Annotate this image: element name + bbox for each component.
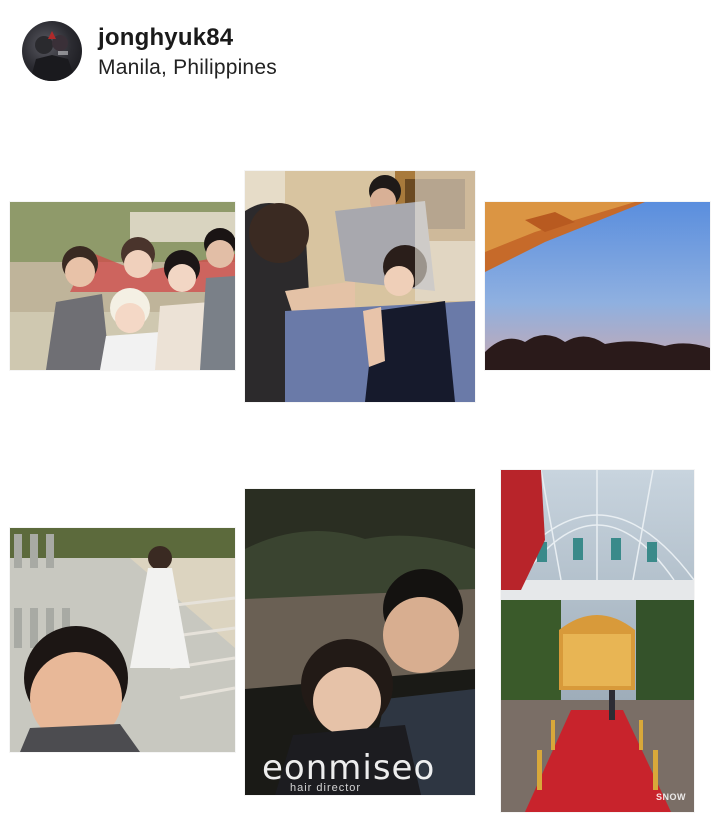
post-header: jonghyuk84 Manila, Philippines (0, 0, 720, 100)
glass-dome-hall-photo[interactable] (501, 470, 694, 812)
watermark-subtitle: hair director (290, 782, 362, 794)
username[interactable]: jonghyuk84 (98, 24, 233, 52)
sunset-sky-photo[interactable] (485, 202, 710, 370)
group-selfie-photo[interactable] (10, 202, 235, 370)
location-label[interactable]: Manila, Philippines (98, 56, 277, 80)
makeup-session-photo[interactable] (245, 171, 475, 402)
avatar[interactable] (22, 21, 82, 81)
snow-watermark: SNOW (656, 792, 686, 802)
staircase-selfie-photo[interactable] (10, 528, 235, 752)
